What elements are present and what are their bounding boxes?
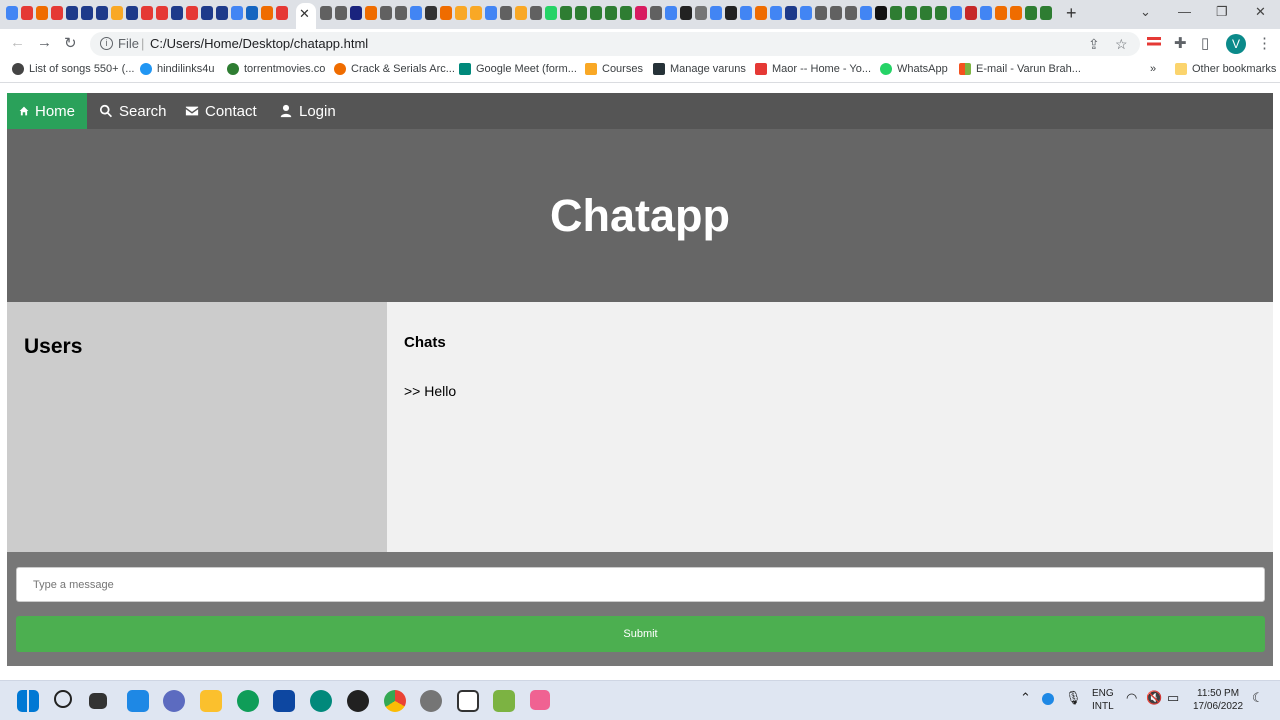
bookmark-item[interactable]: Courses (585, 63, 643, 75)
bookmark-favicon-icon (334, 63, 346, 75)
share-icon[interactable]: ⇪ (1088, 36, 1100, 53)
tab-favicons[interactable] (6, 6, 288, 20)
chrome-icon[interactable] (384, 690, 406, 712)
message-input[interactable] (16, 567, 1265, 602)
chat-message: >> Hello (404, 383, 457, 399)
bookmarks-overflow[interactable]: » (1150, 63, 1156, 75)
extension-icon[interactable] (1147, 37, 1161, 47)
start-icon[interactable] (17, 690, 39, 712)
volume-muted-icon[interactable]: 🔇 (1146, 691, 1162, 704)
notification-icon[interactable]: ☾ (1252, 691, 1264, 704)
menu-kebab-icon[interactable]: ⋮ (1257, 34, 1272, 52)
url-separator: | (141, 36, 145, 51)
bookmark-item[interactable]: Crack & Serials Arc... (334, 63, 455, 75)
nav-contact[interactable]: Contact (173, 93, 269, 129)
profile-avatar[interactable]: V (1226, 34, 1246, 54)
microphone-icon[interactable]: 🎙 (1065, 691, 1082, 704)
bookmark-item[interactable]: WhatsApp (880, 63, 948, 75)
chat-icon[interactable] (163, 690, 185, 712)
bookmark-favicon-icon (459, 63, 471, 75)
clock[interactable]: 11:50 PM 17/06/2022 (1193, 687, 1243, 713)
users-panel: Users (7, 302, 387, 552)
other-bookmarks[interactable]: Other bookmarks (1175, 63, 1276, 75)
message-composer: Submit (7, 552, 1273, 666)
browser-toolbar: ← → ↻ i File | C:/Users/Home/Desktop/cha… (0, 29, 1280, 59)
bookmark-item[interactable]: E-mail - Varun Brah... (959, 63, 1081, 75)
snipping-tool-icon[interactable] (530, 690, 550, 710)
file-explorer-icon[interactable] (200, 690, 222, 712)
chats-panel: Chats >> Hello (387, 302, 1273, 552)
bookmarks-bar: List of songs 550+ (... hindilinks4u tor… (0, 59, 1280, 83)
chats-heading: Chats (404, 334, 446, 351)
nav-contact-label: Contact (205, 102, 257, 120)
edge-icon[interactable] (237, 690, 259, 712)
minimize-icon[interactable]: — (1178, 4, 1191, 19)
search-icon[interactable] (54, 690, 72, 708)
magnifier-icon[interactable] (457, 690, 479, 712)
bookmark-star-icon[interactable]: ☆ (1115, 36, 1128, 53)
nav-search-label: Search (119, 102, 167, 120)
paint-icon[interactable] (493, 690, 515, 712)
bookmark-item[interactable]: Manage varuns (653, 63, 746, 75)
bookmark-favicon-icon (653, 63, 665, 75)
home-icon (19, 106, 29, 116)
users-heading: Users (24, 335, 83, 358)
nav-login-label: Login (299, 102, 336, 120)
chat-page: Home Search Contact Login Chatapp Users … (7, 93, 1273, 666)
top-navbar: Home Search Contact Login (7, 93, 1273, 129)
url-scheme: File (118, 36, 139, 51)
user-icon (280, 104, 292, 118)
language-indicator[interactable]: ENG INTL (1092, 687, 1114, 713)
bookmark-favicon-icon (755, 63, 767, 75)
url-text[interactable]: C:/Users/Home/Desktop/chatapp.html (150, 36, 368, 51)
task-view-icon[interactable] (89, 693, 107, 709)
settings-icon[interactable] (420, 690, 442, 712)
bookmark-favicon-icon (585, 63, 597, 75)
window-close-icon[interactable]: ✕ (1255, 4, 1266, 20)
nav-home[interactable]: Home (7, 93, 87, 129)
store-icon[interactable] (273, 690, 295, 712)
back-icon[interactable]: ← (10, 34, 25, 51)
reload-icon[interactable]: ↻ (64, 34, 77, 52)
bookmark-item[interactable]: hindilinks4u (140, 63, 214, 75)
side-panel-icon[interactable]: ▯ (1201, 34, 1209, 52)
bookmark-item[interactable]: Google Meet (form... (459, 63, 577, 75)
bookmark-favicon-icon (959, 63, 971, 75)
site-info-icon[interactable]: i (100, 37, 113, 50)
widgets-icon[interactable] (127, 690, 149, 712)
tab-search-icon[interactable]: ⌄ (1140, 4, 1151, 20)
arduino-icon[interactable] (310, 690, 332, 712)
bookmark-item[interactable]: List of songs 550+ (... (12, 63, 134, 75)
browser-tab-strip: ✕ + ⌄ — ❐ ✕ (0, 0, 1280, 29)
bookmark-favicon-icon (12, 63, 24, 75)
nav-search[interactable]: Search (87, 93, 179, 129)
tray-overflow-icon[interactable]: ⌃ (1020, 691, 1031, 704)
submit-button[interactable]: Submit (16, 616, 1265, 652)
new-tab-icon[interactable]: + (1066, 3, 1077, 24)
windows-taskbar: ⌃ 🎙 ENG INTL ◠ 🔇 ▭ 11:50 PM 17/06/2022 ☾ (0, 680, 1280, 720)
wifi-icon[interactable]: ◠ (1126, 691, 1137, 704)
bookmark-favicon-icon (140, 63, 152, 75)
tab-favicons-more[interactable] (320, 6, 1052, 20)
bookmark-item[interactable]: Maor -- Home - Yo... (755, 63, 871, 75)
search-icon (100, 104, 113, 118)
tab-close-icon[interactable]: ✕ (299, 6, 310, 22)
envelope-icon (185, 106, 199, 116)
nav-login[interactable]: Login (267, 93, 348, 129)
address-bar[interactable]: i File | C:/Users/Home/Desktop/chatapp.h… (90, 32, 1140, 56)
folder-icon (1175, 63, 1187, 75)
bookmark-favicon-icon (880, 63, 892, 75)
obs-icon[interactable] (347, 690, 369, 712)
restore-icon[interactable]: ❐ (1216, 4, 1228, 20)
bookmark-item[interactable]: torrentmovies.co (227, 63, 325, 75)
battery-icon[interactable]: ▭ (1167, 691, 1179, 704)
bookmark-favicon-icon (227, 63, 239, 75)
nav-home-label: Home (34, 102, 75, 120)
forward-icon[interactable]: → (37, 34, 52, 51)
onedrive-icon[interactable] (1042, 693, 1054, 705)
puzzle-extensions-icon[interactable]: ✚ (1174, 34, 1187, 52)
hero-banner: Chatapp (7, 129, 1273, 302)
page-title: Chatapp (550, 189, 730, 241)
